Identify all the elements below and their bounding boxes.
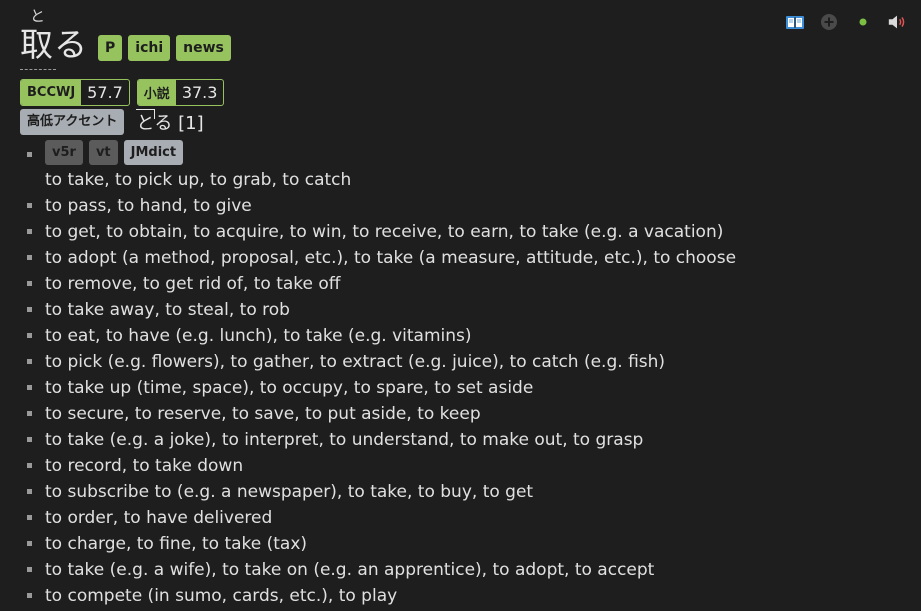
tag-popular[interactable]: P <box>98 35 123 61</box>
definition-item: to record, to take down <box>25 453 736 479</box>
definition-item: to order, to have delivered <box>25 505 736 531</box>
definition-item: to take (e.g. a wife), to take on (e.g. … <box>25 557 736 583</box>
definition-text: to adopt (a method, proposal, etc.), to … <box>45 248 737 268</box>
tag-v5r[interactable]: v5r <box>45 140 83 165</box>
definition-text: to pass, to hand, to give <box>45 196 252 216</box>
frequency-label: 小説 <box>137 80 176 105</box>
frequency-value: 57.7 <box>87 83 123 102</box>
definition-text: to record, to take down <box>45 456 244 476</box>
definition-text: to take (e.g. a joke), to interpret, to … <box>45 430 644 450</box>
pitch-accent-number: [1] <box>178 113 204 134</box>
add-note-icon[interactable] <box>819 12 839 32</box>
definition-item: to get, to obtain, to acquire, to win, t… <box>25 219 736 245</box>
definition-text: to eat, to have (e.g. lunch), to take (e… <box>45 326 472 346</box>
status-dot-icon <box>853 12 873 32</box>
headword-tags: P ichi news <box>98 35 231 61</box>
definition-text: to compete (in sumo, cards, etc.), to pl… <box>45 586 398 606</box>
definition-item: to subscribe to (e.g. a newspaper), to t… <box>25 479 736 505</box>
tag-vt[interactable]: vt <box>88 140 118 165</box>
pitch-accent: 高低アクセント とる [1] <box>20 109 204 135</box>
definition-text: to remove, to get rid of, to take off <box>45 274 341 294</box>
frequency-value: 37.3 <box>181 83 218 102</box>
definition-text: to take, to pick up, to grab, to catch <box>45 170 352 190</box>
definition-list: v5r vt JMdict to take, to pick up, to gr… <box>25 140 736 609</box>
definition-item: to compete (in sumo, cards, etc.), to pl… <box>25 583 736 609</box>
frequency-label: BCCWJ <box>21 80 82 105</box>
headword: と 取る P ichi news <box>20 8 231 70</box>
definition-text: to order, to have delivered <box>45 508 273 528</box>
definition-item: to eat, to have (e.g. lunch), to take (e… <box>25 323 736 349</box>
tag-news[interactable]: news <box>176 35 231 61</box>
frequency-list: BCCWJ 57.7 小説 37.3 <box>20 79 225 106</box>
definition-item: to pick (e.g. flowers), to gather, to ex… <box>25 349 736 375</box>
definition-text: to charge, to fine, to take (tax) <box>45 534 308 554</box>
definition-text: to subscribe to (e.g. a newspaper), to t… <box>45 482 534 502</box>
definition-item: v5r vt JMdict to take, to pick up, to gr… <box>25 140 736 193</box>
add-to-deck-icon[interactable] <box>785 12 805 32</box>
tag-ichi[interactable]: ichi <box>128 35 171 61</box>
definition-text: to secure, to reserve, to save, to put a… <box>45 404 481 424</box>
definition-text: to take (e.g. a wife), to take on (e.g. … <box>45 560 655 580</box>
definition-item: to remove, to get rid of, to take off <box>25 271 736 297</box>
definition-item: to secure, to reserve, to save, to put a… <box>25 401 736 427</box>
frequency-bccwj[interactable]: BCCWJ 57.7 <box>20 79 130 106</box>
definition-text: to pick (e.g. flowers), to gather, to ex… <box>45 352 666 372</box>
definition-item: to take away, to steal, to rob <box>25 297 736 323</box>
frequency-novels[interactable]: 小説 37.3 <box>136 79 225 106</box>
definition-text: to take up (time, space), to occupy, to … <box>45 378 534 398</box>
tag-jmdict[interactable]: JMdict <box>123 140 184 165</box>
entry-actions <box>785 12 907 32</box>
definition-item: to charge, to fine, to take (tax) <box>25 531 736 557</box>
definition-item: to take (e.g. a joke), to interpret, to … <box>25 427 736 453</box>
definition-item: to adopt (a method, proposal, etc.), to … <box>25 245 736 271</box>
pitch-overline <box>136 109 156 119</box>
furigana: と <box>30 7 46 25</box>
definition-item: to take up (time, space), to occupy, to … <box>25 375 736 401</box>
definition-text: to take away, to steal, to rob <box>45 300 290 320</box>
definition-tags: v5r vt JMdict <box>45 140 736 167</box>
headword-underline <box>20 69 56 70</box>
definition-item: to pass, to hand, to give <box>25 193 736 219</box>
pitch-accent-tag[interactable]: 高低アクセント <box>20 109 125 135</box>
play-audio-icon[interactable] <box>887 12 907 32</box>
headword-kanji: 取る <box>20 25 88 64</box>
pitch-reading: とる [1] <box>136 109 204 135</box>
definition-text: to get, to obtain, to acquire, to win, t… <box>45 222 724 242</box>
